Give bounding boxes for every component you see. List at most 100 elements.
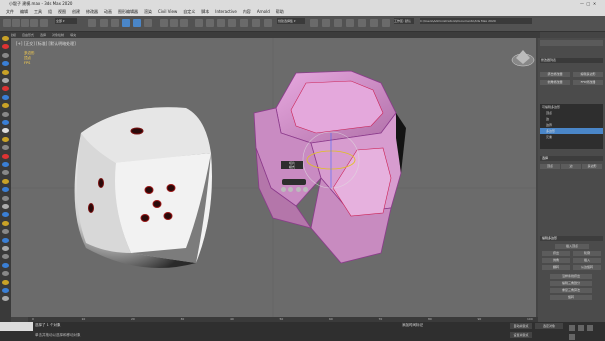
toolbar-icon-8[interactable]: [122, 19, 130, 27]
toolbar-icon-3[interactable]: [30, 19, 38, 27]
edit-poly-button-5[interactable]: 翻转: [542, 265, 570, 270]
viewport-nav-controls[interactable]: [568, 324, 602, 340]
section-selection[interactable]: 选择: [540, 156, 603, 161]
toolbar-icon-16[interactable]: [217, 19, 225, 27]
toolbar-icon-21[interactable]: [310, 19, 318, 27]
menu-item-16[interactable]: 帮助: [276, 8, 284, 16]
left-tool-icon-27[interactable]: [2, 262, 9, 268]
toolbar-icon-0[interactable]: [3, 19, 11, 27]
ribbon-tab-2[interactable]: 选择: [40, 33, 46, 37]
modifier-stack[interactable]: 可编辑多边形 顶点边边界 多边形 元素: [540, 104, 603, 149]
left-tool-icon-0[interactable]: [2, 36, 9, 41]
panel-tabs[interactable]: [540, 40, 603, 46]
viewport-label[interactable]: [+] [正交] [标准] [默认明暗处理]: [16, 41, 76, 47]
toolbar-icon-7[interactable]: [111, 19, 119, 27]
menu-item-12[interactable]: 脚本: [201, 8, 209, 16]
toolbar-icon-18[interactable]: [240, 19, 248, 27]
selection-filter-dropdown[interactable]: 全部 ▾: [55, 18, 77, 24]
toolbar-icon-23[interactable]: [334, 19, 342, 27]
toolbar-icon-10[interactable]: [144, 19, 152, 27]
left-tool-icon-30[interactable]: [2, 288, 9, 293]
left-tool-icon-24[interactable]: [2, 237, 9, 243]
toolbar-icon-4[interactable]: [40, 19, 48, 27]
stack-item-5[interactable]: 元素: [540, 134, 603, 140]
left-tool-icon-22[interactable]: [2, 220, 9, 226]
menu-item-4[interactable]: 视图: [58, 8, 66, 16]
settings-icon[interactable]: [302, 187, 308, 192]
left-tool-icon-20[interactable]: [2, 204, 9, 209]
pan-icon[interactable]: [578, 325, 585, 331]
menu-item-6[interactable]: 修改器: [86, 8, 98, 16]
toolbar-icon-6[interactable]: [100, 19, 108, 27]
maximize-icon[interactable]: [569, 334, 575, 340]
quad-menu-buttons[interactable]: [281, 187, 309, 193]
selection-level-1[interactable]: 边: [561, 164, 581, 169]
menu-item-0[interactable]: 文件: [6, 8, 14, 16]
toolbar-icon-24[interactable]: [346, 19, 354, 27]
toolbar-icon-26[interactable]: [370, 19, 378, 27]
left-tool-icon-13[interactable]: [2, 145, 9, 151]
left-tool-icon-2[interactable]: [2, 52, 9, 58]
maxscript-listener[interactable]: [0, 322, 33, 331]
workspace-dropdown[interactable]: 工作区: 默认: [394, 18, 414, 24]
left-tool-icon-3[interactable]: [2, 61, 9, 67]
ribbon-tab-3[interactable]: 对象绘制: [52, 33, 64, 37]
left-tool-icon-9[interactable]: [2, 111, 9, 117]
menu-item-8[interactable]: 图形编辑器: [118, 8, 138, 16]
orbit-icon[interactable]: [587, 325, 594, 331]
project-path[interactable]: C:\Users\Administrators\Documents\3ds Ma…: [420, 18, 532, 24]
left-tool-icon-1[interactable]: [2, 44, 9, 50]
left-tool-icon-16[interactable]: [2, 170, 9, 176]
edit-poly-button-0[interactable]: 插入顶点: [555, 244, 589, 249]
add-time-tag[interactable]: 添加时间标记: [402, 323, 423, 328]
menu-item-1[interactable]: 编辑: [20, 8, 28, 16]
section-edit-poly[interactable]: 编辑多边形: [540, 236, 603, 241]
left-tool-icon-8[interactable]: [2, 103, 9, 109]
named-selection-dropdown[interactable]: 创建选择集 ▾: [277, 18, 305, 24]
cancel-icon[interactable]: [295, 187, 301, 192]
menu-item-3[interactable]: 组: [48, 8, 52, 16]
dice-object[interactable]: [74, 107, 212, 269]
quad-menu-input[interactable]: [282, 179, 306, 185]
menu-item-7[interactable]: 动画: [104, 8, 112, 16]
edit-poly-button-10[interactable]: 旋转: [550, 295, 592, 300]
left-tool-icon-18[interactable]: [2, 187, 9, 193]
menu-item-11[interactable]: 自定义: [183, 8, 195, 16]
left-tool-icon-5[interactable]: [2, 78, 9, 83]
apply-icon[interactable]: [288, 187, 294, 192]
key-filter-dropdown[interactable]: 选定对象: [535, 323, 563, 329]
edit-poly-button-4[interactable]: 插入: [573, 258, 601, 263]
left-tool-icon-15[interactable]: [2, 162, 9, 167]
window-controls[interactable]: — □ ✕: [580, 1, 604, 7]
menu-item-14[interactable]: 内容: [243, 8, 251, 16]
auto-key-button[interactable]: 自动关键点: [510, 323, 532, 329]
left-tool-icon-4[interactable]: [2, 69, 9, 75]
toolbar-icon-19[interactable]: [252, 19, 260, 27]
left-tool-icon-12[interactable]: [2, 136, 9, 142]
edit-poly-button-7[interactable]: 沿样条线挤出: [550, 274, 592, 279]
viewport[interactable]: 切片 模式: [11, 38, 536, 317]
modifier-button-1[interactable]: 编辑多边形: [573, 72, 603, 77]
beveled-cube-object[interactable]: [253, 70, 406, 264]
modifier-button-0[interactable]: 挤出修改器: [540, 72, 570, 77]
toolbar-icon-1[interactable]: [12, 19, 20, 27]
ok-icon[interactable]: [281, 187, 286, 192]
left-tool-icon-21[interactable]: [2, 212, 9, 218]
left-tool-icon-7[interactable]: [2, 94, 9, 100]
toolbar-icon-5[interactable]: [88, 19, 96, 27]
left-tool-icon-23[interactable]: [2, 229, 9, 235]
edit-poly-button-9[interactable]: 重复三角算法: [550, 288, 592, 293]
menu-item-10[interactable]: Civil View: [158, 8, 177, 16]
left-tool-icon-19[interactable]: [2, 195, 9, 201]
modifier-list-dropdown[interactable]: 修改器列表: [540, 58, 603, 63]
menu-item-15[interactable]: Arnold: [257, 8, 270, 16]
menu-item-13[interactable]: Interactive: [215, 8, 237, 16]
toolbar-icon-2[interactable]: [21, 19, 29, 27]
left-tool-icon-29[interactable]: [2, 279, 9, 285]
toolbar-icon-25[interactable]: [358, 19, 366, 27]
left-tool-icon-28[interactable]: [2, 271, 9, 277]
selection-level-2[interactable]: 多边形: [582, 164, 602, 169]
viewcube[interactable]: [511, 50, 535, 67]
toolbar-icon-14[interactable]: [195, 19, 203, 27]
ribbon-tab-4[interactable]: 填充: [70, 33, 76, 37]
